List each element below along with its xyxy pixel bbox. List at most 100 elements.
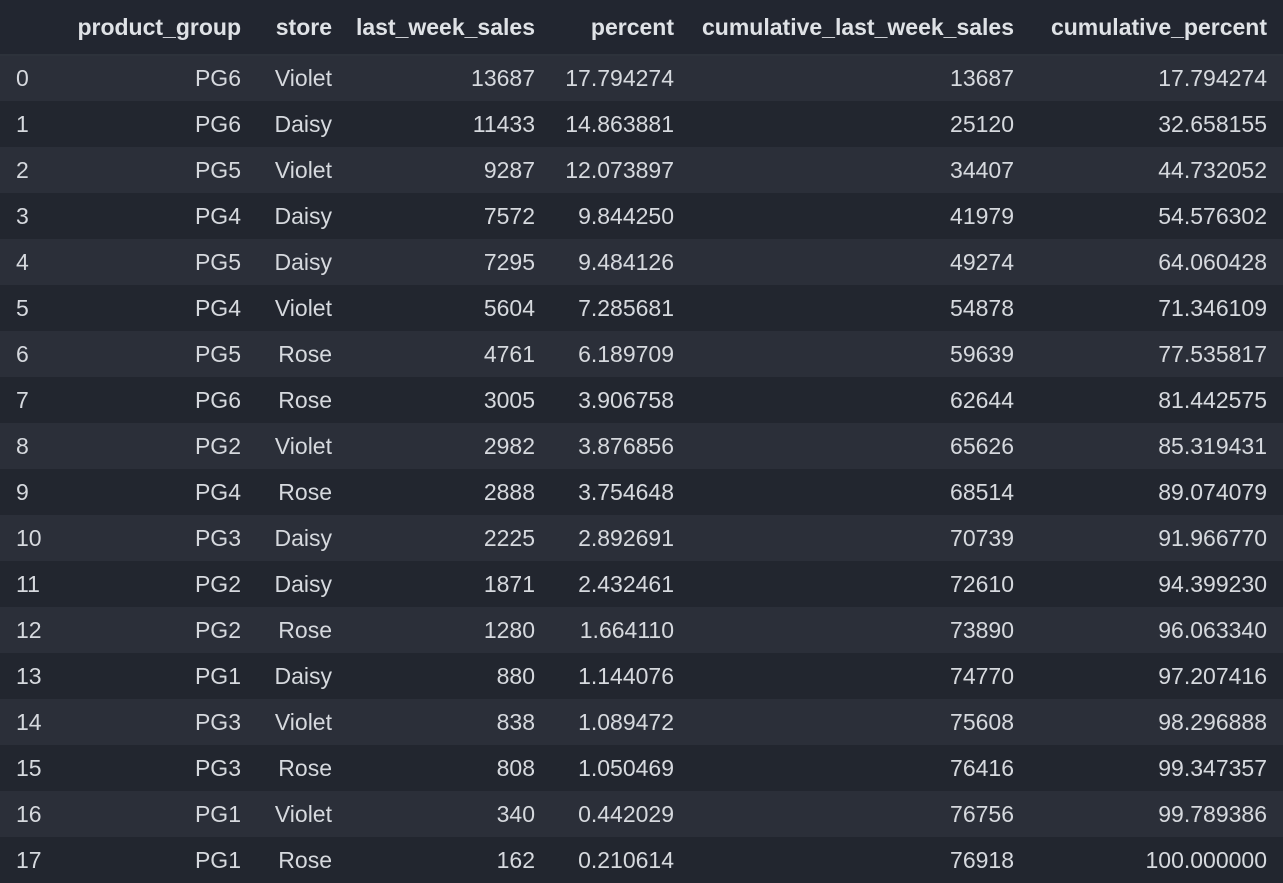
store-cell: Rose [278, 340, 332, 367]
cumulative-last-week-sales-header: cumulative_last_week_sales [690, 0, 1030, 56]
product-group-cell: PG4 [194, 478, 241, 505]
cumulative-last-week-sales-cell: 25120 [950, 110, 1014, 137]
cumulative-last-week-sales-cell: 74770 [950, 662, 1014, 689]
table-body: 0 PG6 Violet 13687 17.794274 13687 17.794274 1 P… [0, 55, 1283, 883]
store-cell: Daisy [274, 248, 332, 275]
row-index: 7 [16, 386, 29, 413]
percent-cell: 2.432461 [578, 570, 674, 597]
product-group-cell: PG5 [194, 340, 241, 367]
percent-cell: 1.144076 [578, 662, 674, 689]
header-row: product_group store last_week_sales percent… [0, 0, 1283, 56]
cumulative-last-week-sales-cell: 70739 [950, 524, 1014, 551]
cumulative-percent-cell: 85.319431 [1158, 432, 1267, 459]
product-group-header: product_group [56, 0, 257, 56]
cumulative-percent-cell: 99.347357 [1158, 754, 1267, 781]
product-group-cell: PG4 [194, 294, 241, 321]
store-cell: Violet [274, 432, 332, 459]
row-index: 12 [16, 616, 42, 643]
store-cell: Daisy [274, 662, 332, 689]
store-cell: Rose [278, 386, 332, 413]
table-row: 15 PG3 Rose 808 1.050469 76416 99.347357 [0, 745, 1283, 791]
last-week-sales-cell: 3005 [483, 386, 535, 413]
cumulative-last-week-sales-cell: 76918 [950, 846, 1014, 873]
percent-cell: 1.050469 [578, 754, 674, 781]
row-index: 9 [16, 478, 29, 505]
cumulative-percent-cell: 71.346109 [1158, 294, 1267, 321]
table-row: 13 PG1 Daisy 880 1.144076 74770 97.207416 [0, 653, 1283, 699]
cumulative-last-week-sales-cell: 72610 [950, 570, 1014, 597]
last-week-sales-cell: 4761 [483, 340, 535, 367]
percent-cell: 7.285681 [578, 294, 674, 321]
store-cell: Violet [274, 65, 332, 91]
store-cell: Violet [274, 294, 332, 321]
percent-header: percent [551, 0, 690, 56]
cumulative-last-week-sales-cell: 76416 [950, 754, 1014, 781]
cumulative-percent-cell: 91.966770 [1158, 524, 1267, 551]
cumulative-percent-cell: 98.296888 [1158, 708, 1267, 735]
cumulative-percent-cell: 77.535817 [1158, 340, 1267, 367]
row-index: 3 [16, 202, 29, 229]
table-row: 3 PG4 Daisy 7572 9.844250 41979 54.576302 [0, 193, 1283, 239]
store-cell: Daisy [274, 524, 332, 551]
index-header [0, 0, 56, 56]
cumulative-last-week-sales-cell: 65626 [950, 432, 1014, 459]
last-week-sales-cell: 2225 [483, 524, 535, 551]
cumulative-percent-cell: 96.063340 [1158, 616, 1267, 643]
table-row: 6 PG5 Rose 4761 6.189709 59639 77.535817 [0, 331, 1283, 377]
table-row: 2 PG5 Violet 9287 12.073897 34407 44.732052 [0, 147, 1283, 193]
percent-cell: 12.073897 [565, 156, 674, 183]
last-week-sales-cell: 5604 [483, 294, 535, 321]
table-row: 14 PG3 Violet 838 1.089472 75608 98.296888 [0, 699, 1283, 745]
store-cell: Daisy [274, 570, 332, 597]
last-week-sales-cell: 7572 [483, 202, 535, 229]
table-row: 0 PG6 Violet 13687 17.794274 13687 17.794274 [0, 55, 1283, 101]
row-index: 0 [16, 65, 29, 91]
last-week-sales-cell: 1280 [483, 616, 535, 643]
percent-cell: 3.754648 [578, 478, 674, 505]
cumulative-last-week-sales-cell: 49274 [950, 248, 1014, 275]
cumulative-last-week-sales-cell: 54878 [950, 294, 1014, 321]
product-group-cell: PG2 [194, 570, 241, 597]
table-row: 11 PG2 Daisy 1871 2.432461 72610 94.399230 [0, 561, 1283, 607]
store-cell: Violet [274, 800, 332, 827]
cumulative-last-week-sales-cell: 75608 [950, 708, 1014, 735]
last-week-sales-cell: 880 [496, 662, 535, 689]
last-week-sales-cell: 808 [496, 754, 535, 781]
store-cell: Rose [278, 846, 332, 873]
cumulative-percent-header: cumulative_percent [1030, 0, 1283, 56]
cumulative-percent-cell: 64.060428 [1158, 248, 1267, 275]
table-row: 4 PG5 Daisy 7295 9.484126 49274 64.060428 [0, 239, 1283, 285]
dataframe-output: product_group store last_week_sales percent… [0, 0, 1283, 883]
table-row: 1 PG6 Daisy 11433 14.863881 25120 32.658155 [0, 101, 1283, 147]
store-cell: Daisy [274, 202, 332, 229]
table-row: 10 PG3 Daisy 2225 2.892691 70739 91.966770 [0, 515, 1283, 561]
cumulative-percent-cell: 94.399230 [1158, 570, 1267, 597]
product-group-cell: PG3 [194, 524, 241, 551]
cumulative-last-week-sales-cell: 59639 [950, 340, 1014, 367]
store-header: store [257, 0, 348, 56]
table-row: 9 PG4 Rose 2888 3.754648 68514 89.074079 [0, 469, 1283, 515]
row-index: 15 [16, 754, 42, 781]
cumulative-last-week-sales-cell: 34407 [950, 156, 1014, 183]
last-week-sales-cell: 7295 [483, 248, 535, 275]
row-index: 2 [16, 156, 29, 183]
last-week-sales-cell: 9287 [483, 156, 535, 183]
cumulative-percent-cell: 81.442575 [1158, 386, 1267, 413]
product-group-cell: PG4 [194, 202, 241, 229]
table-row: 7 PG6 Rose 3005 3.906758 62644 81.442575 [0, 377, 1283, 423]
product-group-cell: PG5 [194, 156, 241, 183]
product-group-cell: PG2 [194, 616, 241, 643]
cumulative-last-week-sales-cell: 73890 [950, 616, 1014, 643]
table-row: 8 PG2 Violet 2982 3.876856 65626 85.319431 [0, 423, 1283, 469]
last-week-sales-cell: 2888 [483, 478, 535, 505]
table-row: 5 PG4 Violet 5604 7.285681 54878 71.346109 [0, 285, 1283, 331]
store-cell: Rose [278, 754, 332, 781]
cumulative-percent-cell: 89.074079 [1158, 478, 1267, 505]
store-cell: Rose [278, 478, 332, 505]
cumulative-percent-cell: 97.207416 [1158, 662, 1267, 689]
table-row: 16 PG1 Violet 340 0.442029 76756 99.789386 [0, 791, 1283, 837]
product-group-cell: PG3 [194, 754, 241, 781]
cumulative-last-week-sales-cell: 13687 [950, 65, 1014, 91]
last-week-sales-header: last_week_sales [348, 0, 551, 56]
last-week-sales-cell: 11433 [472, 110, 535, 137]
